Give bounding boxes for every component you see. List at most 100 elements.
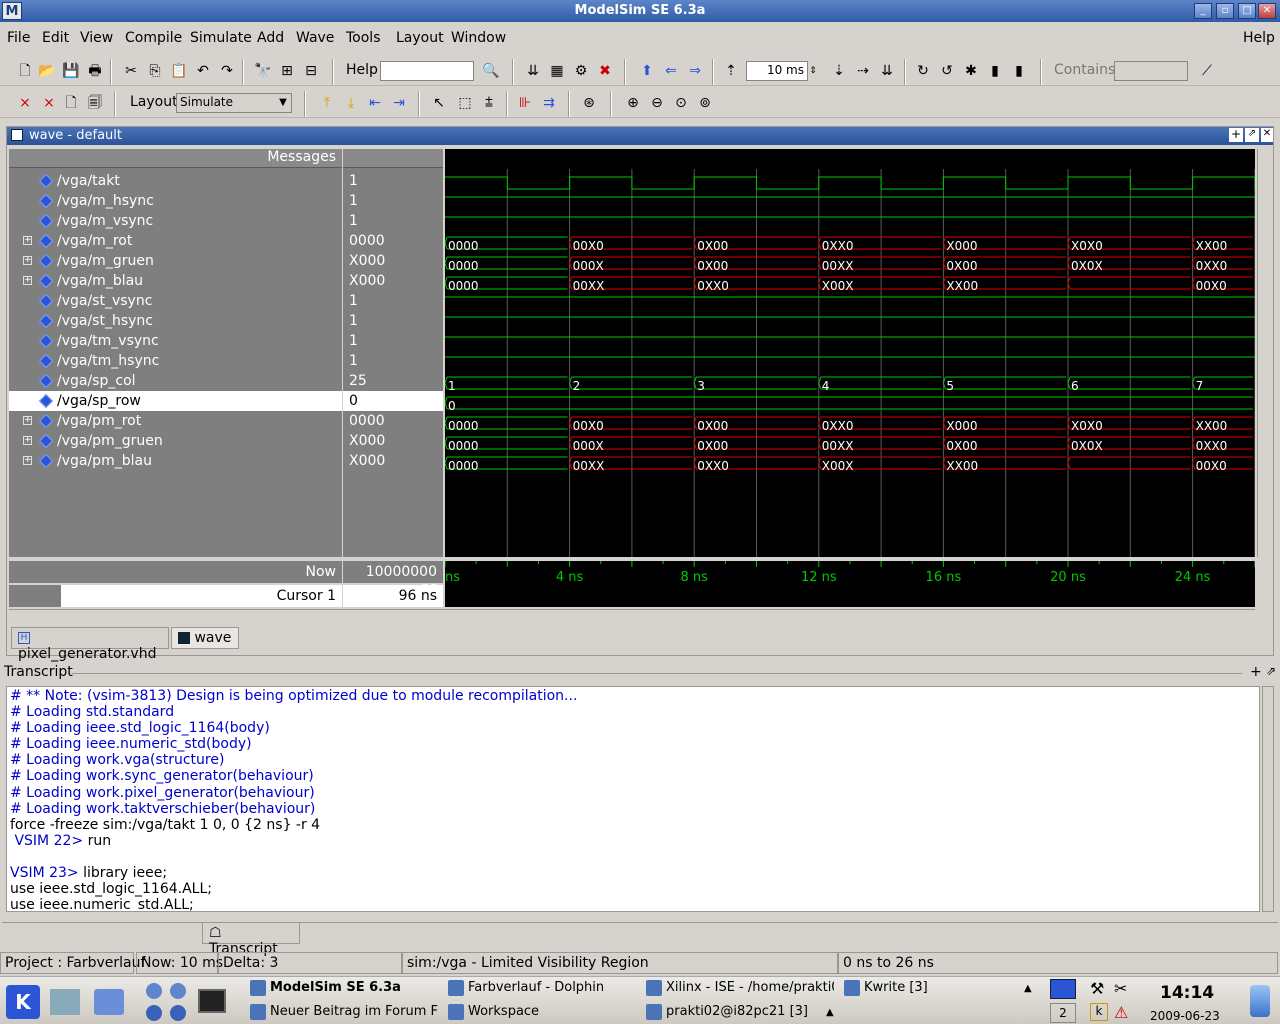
chevron-down-icon[interactable]: ▼ [274,94,292,112]
taskbar-task[interactable]: Farbverlauf - Dolphin [446,977,636,999]
signal-row[interactable]: + /vga/m_rot [9,231,342,251]
taskbar-task[interactable]: Xilinx - ISE - /home/prakti02/ [644,977,834,999]
warning-tray-icon[interactable]: ⚠ [1114,1003,1134,1023]
close-button[interactable]: ✕ [1258,3,1276,19]
zoom-in-icon[interactable]: ⊕ [624,94,642,112]
wave-vertical-scrollbar[interactable] [1257,149,1269,557]
break-icon[interactable]: ✖ [596,62,614,80]
menu-file[interactable]: File [7,30,30,46]
tab-transcript[interactable]: ☖ Transcript [202,922,300,957]
undo-icon[interactable]: ↶ [194,62,212,80]
help-search-icon[interactable]: 🔍 [482,62,500,80]
signal-row[interactable]: + /vga/m_blau [9,271,342,291]
transcript-vertical-scrollbar[interactable] [1262,686,1274,912]
cursor-strip[interactable] [445,585,1255,607]
signal-row[interactable]: + /vga/m_gruen [9,251,342,271]
pager-desktop-2[interactable]: 2 [1050,1003,1076,1023]
clipboard-tray-icon[interactable]: ✂ [1114,979,1134,999]
expand-icon[interactable]: + [23,416,32,425]
taskbar-task[interactable]: prakti02@i82pc21 [3] [644,1001,834,1023]
pager-desktop-1[interactable] [1050,979,1076,999]
zoom-out-icon[interactable]: ⊖ [648,94,666,112]
signal-row[interactable]: + /vga/pm_gruen [9,431,342,451]
menu-wave[interactable]: Wave [296,30,334,46]
run-length-input[interactable]: 10 ms [746,61,808,81]
wave-close-icon[interactable]: ✕ [1261,128,1273,142]
help-search-input[interactable] [380,61,474,81]
edit-wave-icon[interactable]: ⩲ [480,94,498,112]
delete-cursor-icon[interactable]: ⇉ [540,94,558,112]
signal-row[interactable]: /vga/tm_vsync [9,331,342,351]
taskbar-task[interactable]: Kwrite [3] [842,977,1032,999]
menu-view[interactable]: View [80,30,113,46]
menu-add[interactable]: Add [257,30,284,46]
cut-icon[interactable]: ✂ [122,62,140,80]
signal-row[interactable]: /vga/st_hsync [9,311,342,331]
compile-all-icon[interactable]: ▦ [548,62,566,80]
menu-help[interactable]: Help [1243,30,1275,46]
performance-icon[interactable]: ▮ [986,62,1004,80]
step-icon[interactable]: ↻ [914,62,932,80]
task-scroll-down-icon[interactable]: ▲ [826,1007,834,1018]
forward-edge-icon[interactable]: ⇥ [390,94,408,112]
clear-breakpoints-icon[interactable]: ⨯ [16,94,34,112]
signal-row[interactable]: /vga/tm_hsync [9,351,342,371]
signal-row[interactable]: + /vga/pm_rot [9,411,342,431]
signal-row[interactable]: /vga/m_vsync [9,211,342,231]
taskbar-task[interactable]: Neuer Beitrag im Forum FPG [248,1001,438,1023]
menu-layout[interactable]: Layout [396,30,444,46]
document-icon[interactable]: 🗋 [62,94,80,112]
find-icon[interactable]: 🔭 [254,62,272,80]
step-forward-icon[interactable]: ⇒ [686,62,704,80]
minimize-button[interactable]: _ [1194,3,1212,19]
signal-row[interactable]: /vga/sp_col [9,371,342,391]
save-icon[interactable]: 💾 [62,62,80,80]
menu-simulate[interactable]: Simulate [190,30,252,46]
expand-icon[interactable]: + [23,236,32,245]
zoom-full-icon[interactable]: ⊙ [672,94,690,112]
signal-row[interactable]: /vga/m_hsync [9,191,342,211]
tab-pixel-generator[interactable]: H pixel_generator.vhd [11,627,169,662]
kde-menu-icon[interactable]: K [6,985,40,1019]
wave-undock-icon[interactable]: ⇗ [1245,128,1259,142]
memory-icon[interactable]: ▮ [1010,62,1028,80]
expand-icon[interactable]: + [23,276,32,285]
expand-icon[interactable]: + [23,256,32,265]
step-up-icon[interactable]: ⬆ [638,62,656,80]
waveform-pane[interactable]: 0000 00X0 0X00 0XX0 X000 X0X0 XX00 0000 000X 0X00… [445,149,1255,557]
zoom-cursor-icon[interactable]: ⊚ [696,94,714,112]
menu-tools[interactable]: Tools [346,30,381,46]
system-icon[interactable] [50,989,80,1015]
network-icon[interactable] [170,983,186,999]
cursor-value[interactable]: 96 ns [343,585,443,607]
signal-row[interactable]: /vga/st_vsync [9,291,342,311]
expand-icon[interactable]: ⊟ [302,62,320,80]
step-out-icon[interactable]: ⤓ [342,94,360,112]
open-folder-icon[interactable]: 📂 [38,62,56,80]
step-into-icon[interactable]: ⤒ [318,94,336,112]
step-back-icon[interactable]: ⇐ [662,62,680,80]
browser-icon[interactable] [146,983,162,999]
select-pointer-icon[interactable]: ↖ [430,94,448,112]
redo-icon[interactable]: ↷ [218,62,236,80]
back-edge-icon[interactable]: ⇤ [366,94,384,112]
expand-icon[interactable]: + [23,436,32,445]
maximize-button[interactable]: □ [1238,3,1256,19]
insert-cursor-icon[interactable]: ⊪ [516,94,534,112]
step-over-icon[interactable]: ↺ [938,62,956,80]
contains-input[interactable] [1114,61,1188,81]
paste-icon[interactable]: 📋 [170,62,188,80]
collapse-icon[interactable]: ⊞ [278,62,296,80]
kde-update-tray-icon[interactable]: k [1090,1003,1108,1021]
tab-wave[interactable]: wave [171,627,239,649]
document-list-icon[interactable]: 🗐 [86,94,104,112]
restart-icon[interactable]: ⇡ [722,62,740,80]
compile-icon[interactable]: ⇊ [524,62,542,80]
continue-icon[interactable]: ⇢ [854,62,872,80]
menu-window[interactable]: Window [451,30,506,46]
wave-horizontal-scrollbar[interactable] [9,609,1255,621]
signal-row[interactable]: /vga/takt [9,171,342,191]
restore-button[interactable]: ▫ [1216,3,1234,19]
signal-row[interactable]: /vga/sp_row [9,391,342,411]
wave-dock-icon[interactable]: + [1229,128,1243,142]
